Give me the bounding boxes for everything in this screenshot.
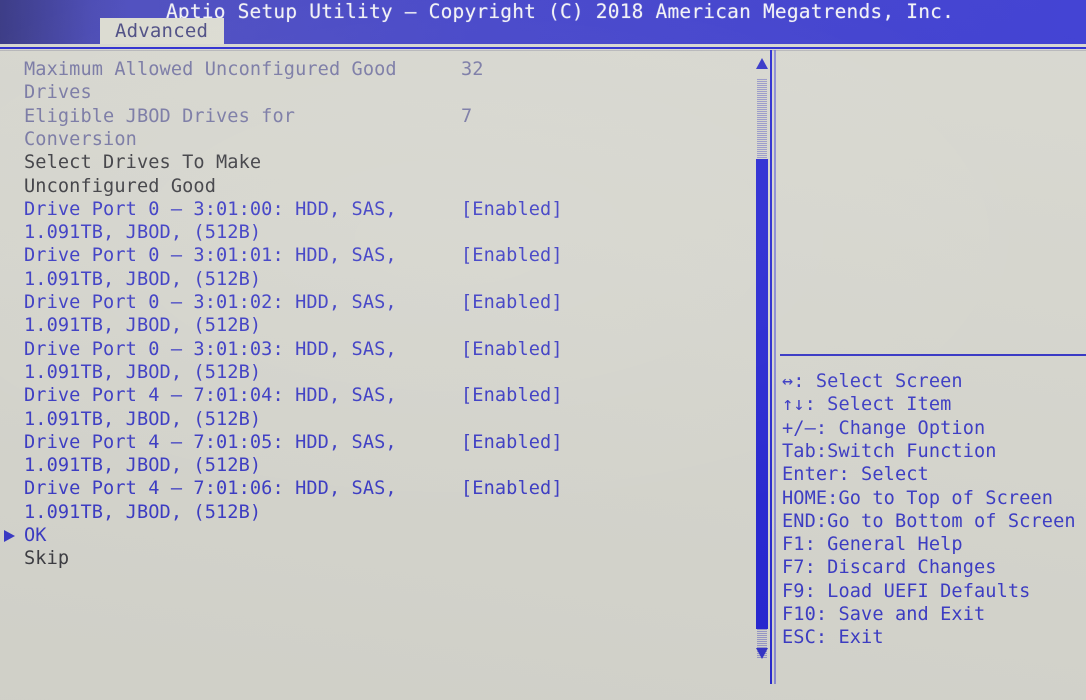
help-panel: ↔: Select Screen ↑↓: Select Item +/–: Chan… — [778, 54, 1086, 684]
settings-row-label: Drive Port 0 – 3:01:02: HDD, SAS, — [24, 292, 397, 313]
help-hotkey-line: ↔: Select Screen — [782, 371, 963, 392]
settings-row[interactable]: 1.091TB, JBOD, (512B) — [0, 314, 752, 337]
help-hotkey-line: ↑↓: Select Item — [782, 394, 952, 416]
settings-row[interactable]: Eligible JBOD Drives for 7 — [0, 105, 752, 128]
settings-row-label: 1.091TB, JBOD, (512B) — [24, 455, 262, 477]
settings-row[interactable]: Drive Port 4 – 7:01:06: HDD, SAS, [Enable… — [0, 477, 752, 500]
settings-row[interactable]: Drive Port 4 – 7:01:04: HDD, SAS, [Enable… — [0, 384, 752, 407]
settings-row[interactable]: OK — [0, 524, 752, 547]
settings-row[interactable]: 1.091TB, JBOD, (512B) — [0, 501, 752, 524]
help-hotkey-line: Enter: Select — [782, 464, 929, 486]
settings-row[interactable]: Drive Port 0 – 3:01:02: HDD, SAS, [Enable… — [0, 291, 752, 314]
help-hotkey-line: F10: Save and Exit — [782, 604, 986, 625]
menu-tab-strip: Advanced — [0, 18, 1086, 46]
settings-scrollbar[interactable] — [754, 56, 770, 682]
settings-row[interactable]: Drives — [0, 81, 752, 104]
settings-row-value[interactable]: [Enabled] — [461, 477, 563, 500]
settings-row[interactable]: Select Drives To Make — [0, 151, 752, 174]
settings-row-label: Drive Port 4 – 7:01:06: HDD, SAS, — [24, 478, 397, 500]
settings-row[interactable]: Drive Port 0 – 3:01:03: HDD, SAS, [Enable… — [0, 338, 752, 361]
settings-row[interactable]: Drive Port 4 – 7:01:05: HDD, SAS, [Enable… — [0, 431, 752, 454]
bios-setup-screen: Aptio Setup Utility – Copyright (C) 2018… — [0, 0, 1086, 700]
settings-row[interactable]: 1.091TB, JBOD, (512B) — [0, 268, 752, 291]
scroll-up-arrow-icon[interactable] — [756, 58, 768, 69]
settings-row-label: Maximum Allowed Unconfigured Good — [24, 59, 397, 80]
settings-row[interactable]: 1.091TB, JBOD, (512B) — [0, 221, 752, 244]
help-hotkey-line: +/–: Change Option — [782, 417, 986, 439]
settings-row-label: Drives — [24, 82, 92, 104]
help-hotkey-line: F1: General Help — [782, 534, 963, 556]
settings-row-label: Drive Port 0 – 3:01:00: HDD, SAS, — [24, 198, 397, 220]
settings-row-value[interactable]: [Enabled] — [461, 198, 563, 221]
help-hotkey-line: ESC: Exit — [782, 627, 884, 649]
settings-row-value[interactable]: 7 — [461, 105, 472, 128]
settings-row-value[interactable]: 32 — [461, 58, 484, 81]
settings-row[interactable]: Conversion — [0, 128, 752, 151]
tab-advanced[interactable]: Advanced — [100, 18, 225, 46]
panel-divider — [770, 50, 772, 684]
help-panel-separator — [780, 354, 1086, 356]
top-divider-rule — [0, 47, 1086, 49]
settings-row[interactable]: Unconfigured Good — [0, 175, 752, 198]
settings-row[interactable]: Skip — [0, 547, 752, 570]
scroll-down-arrow-icon[interactable] — [756, 648, 768, 659]
settings-row-label: Skip — [24, 548, 70, 570]
settings-row-label: 1.091TB, JBOD, (512B) — [24, 501, 262, 523]
settings-row[interactable]: Maximum Allowed Unconfigured Good 32 — [0, 58, 752, 81]
settings-row[interactable]: Drive Port 0 – 3:01:00: HDD, SAS, [Enable… — [0, 198, 752, 221]
panel-divider-highlight — [774, 50, 776, 684]
settings-row-value[interactable]: [Enabled] — [461, 338, 563, 361]
settings-row[interactable]: 1.091TB, JBOD, (512B) — [0, 408, 752, 431]
settings-row[interactable]: 1.091TB, JBOD, (512B) — [0, 361, 752, 384]
help-hotkey-line: END:Go to Bottom of Screen — [782, 510, 1076, 532]
setup-body: Maximum Allowed Unconfigured Good 32 Drive… — [0, 44, 1086, 684]
settings-row-label: Drive Port 0 – 3:01:03: HDD, SAS, — [24, 338, 397, 360]
settings-list: Maximum Allowed Unconfigured Good 32 Drive… — [0, 54, 752, 684]
settings-row-label: 1.091TB, JBOD, (512B) — [24, 222, 262, 244]
help-hotkey-line: Tab:Switch Function — [782, 440, 997, 462]
settings-row-value[interactable]: [Enabled] — [461, 291, 563, 314]
settings-row-label: OK — [24, 525, 47, 546]
selection-cursor-icon — [4, 530, 15, 542]
settings-row-label: Drive Port 0 – 3:01:01: HDD, SAS, — [24, 245, 397, 267]
settings-row-label: 1.091TB, JBOD, (512B) — [24, 408, 262, 430]
settings-row-label: Select Drives To Make — [24, 152, 262, 174]
settings-row-label: Drive Port 4 – 7:01:05: HDD, SAS, — [24, 431, 397, 453]
settings-row-value[interactable]: [Enabled] — [461, 431, 563, 454]
settings-row-label: 1.091TB, JBOD, (512B) — [24, 361, 262, 383]
settings-row[interactable]: 1.091TB, JBOD, (512B) — [0, 454, 752, 477]
settings-row-value[interactable]: [Enabled] — [461, 384, 563, 407]
settings-row-label: 1.091TB, JBOD, (512B) — [24, 268, 262, 290]
settings-row-label: Drive Port 4 – 7:01:04: HDD, SAS, — [24, 385, 397, 407]
settings-row-label: Unconfigured Good — [24, 175, 217, 197]
scrollbar-thumb[interactable] — [756, 159, 768, 629]
settings-row-label: Eligible JBOD Drives for — [24, 105, 296, 127]
help-hotkey-line: HOME:Go to Top of Screen — [782, 487, 1054, 509]
help-hotkey-line: F9: Load UEFI Defaults — [782, 580, 1031, 602]
settings-row-label: 1.091TB, JBOD, (512B) — [24, 315, 262, 337]
settings-row-label: Conversion — [24, 128, 137, 150]
help-hotkey-line: F7: Discard Changes — [782, 557, 997, 579]
settings-row[interactable]: Drive Port 0 – 3:01:01: HDD, SAS, [Enable… — [0, 244, 752, 267]
top-divider-rule-shadow — [0, 50, 1086, 51]
settings-row-value[interactable]: [Enabled] — [461, 244, 563, 267]
